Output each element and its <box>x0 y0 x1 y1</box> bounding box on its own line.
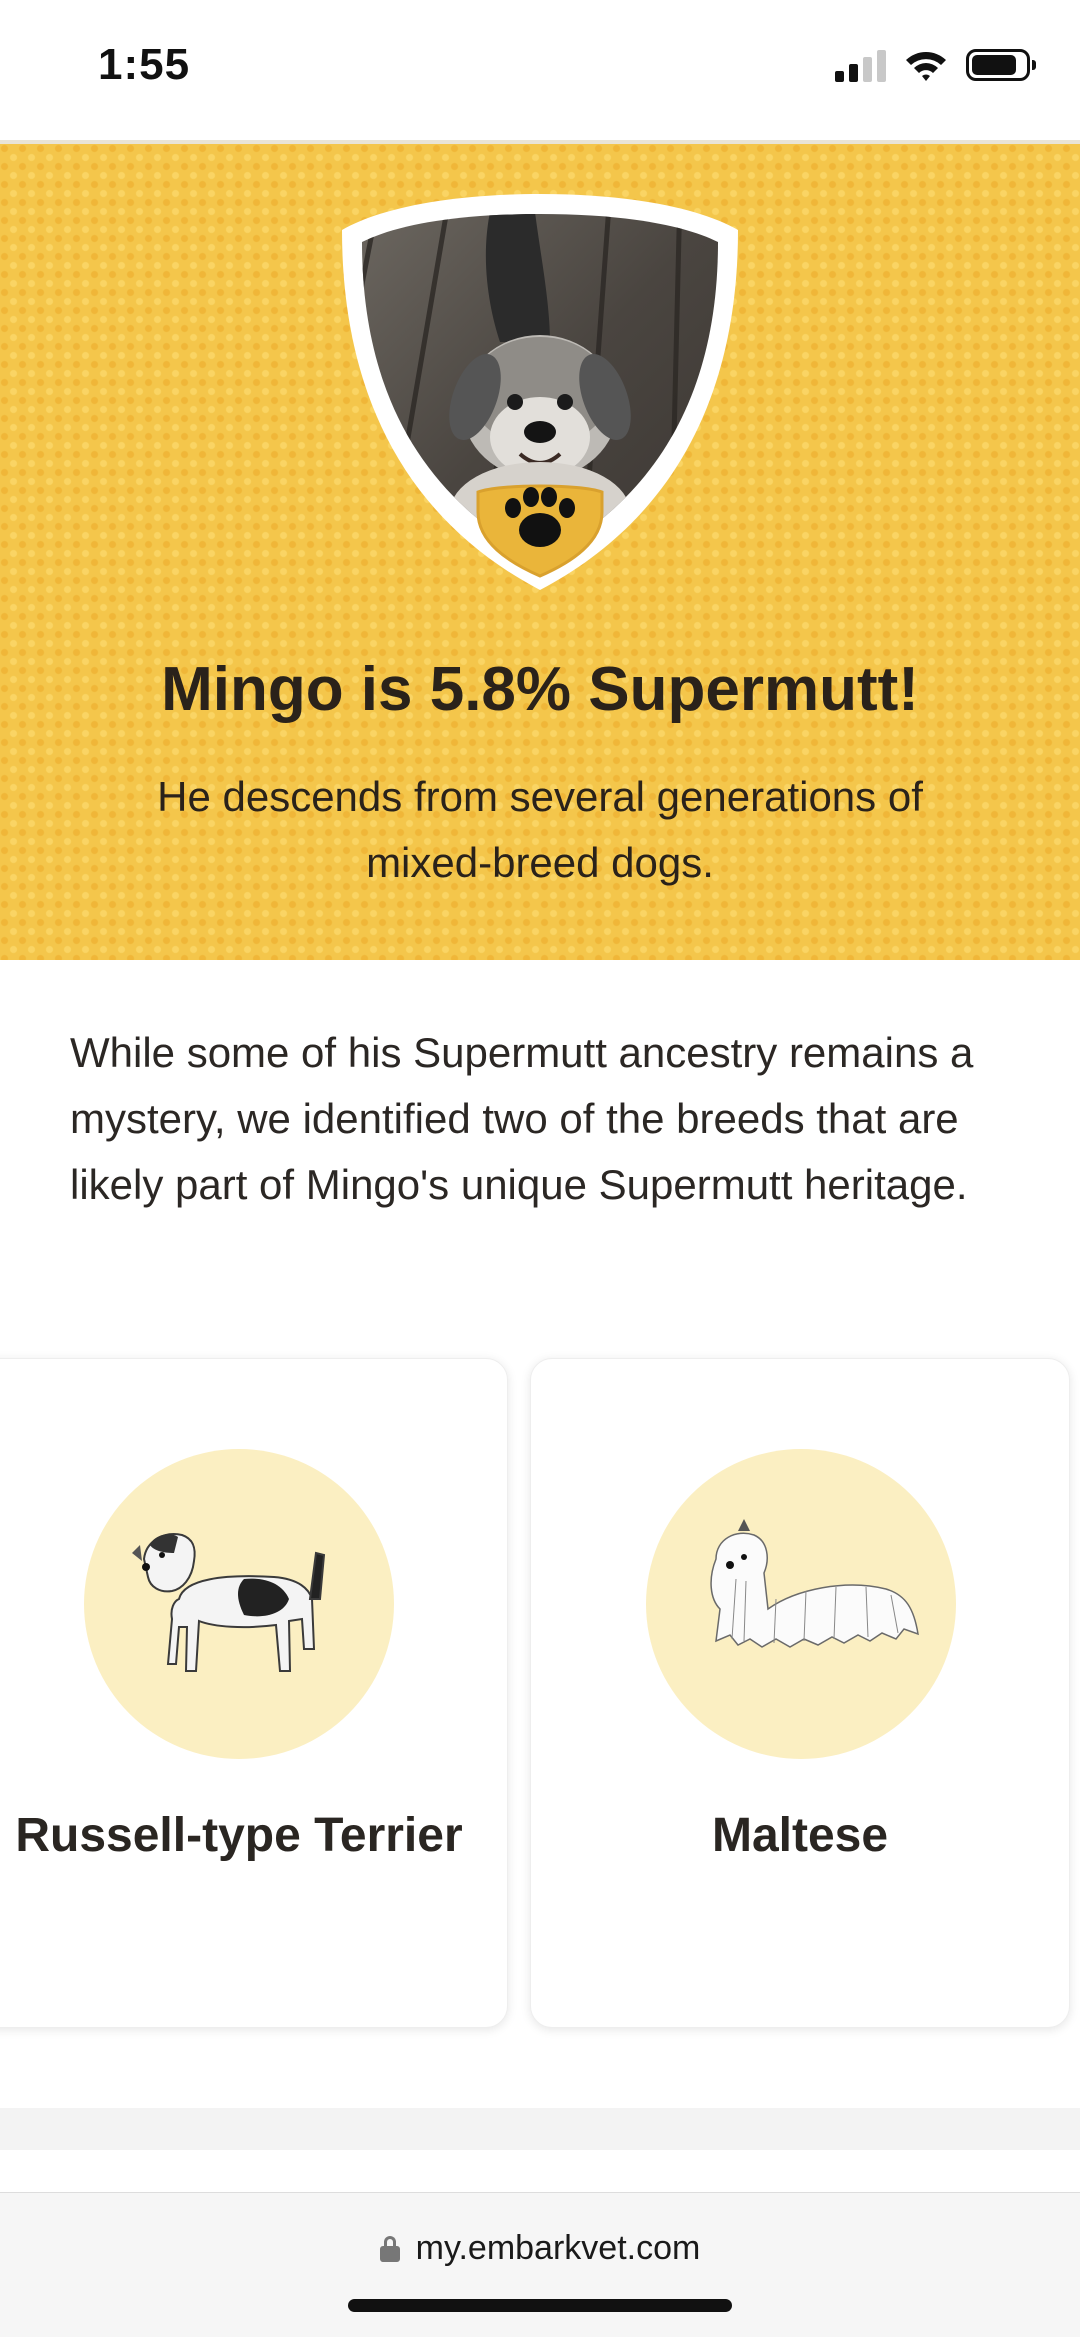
browser-address-bar[interactable]: my.embarkvet.com <box>0 2192 1080 2337</box>
breed-image-circle <box>84 1449 394 1759</box>
breed-card-russell-terrier[interactable]: Russell-type Terrier <box>0 1358 508 2028</box>
lock-icon <box>379 2235 400 2262</box>
home-indicator[interactable] <box>348 2299 732 2312</box>
hero-subtitle: He descends from several generations of … <box>157 773 923 886</box>
url-text: my.embarkvet.com <box>415 2229 701 2267</box>
cellular-signal-icon <box>835 48 886 82</box>
hero-banner: Mingo is 5.8% Supermutt! He descends fro… <box>0 140 1080 960</box>
maltese-illustration <box>710 1519 919 1648</box>
ancestry-intro-text: While some of his Supermutt ancestry rem… <box>70 1029 974 1208</box>
wifi-icon <box>906 52 946 81</box>
section-divider <box>0 2108 1080 2150</box>
breed-name: Maltese <box>711 1809 889 1862</box>
status-icons <box>835 48 1036 82</box>
battery-level-fill <box>972 55 1016 75</box>
breed-card-maltese[interactable]: Maltese <box>530 1358 1070 2028</box>
dog-photo-shield <box>340 192 740 602</box>
status-time: 1:55 <box>98 40 191 89</box>
breed-name: Russell-type Terrier <box>15 1809 463 1862</box>
battery-icon <box>966 49 1036 81</box>
url-display[interactable]: my.embarkvet.com <box>0 2229 1080 2268</box>
hero-title: Mingo is 5.8% Supermutt! <box>161 655 919 724</box>
breed-image-circle <box>646 1449 956 1759</box>
status-bar: 1:55 <box>0 0 1080 140</box>
terrier-illustration <box>132 1533 326 1672</box>
